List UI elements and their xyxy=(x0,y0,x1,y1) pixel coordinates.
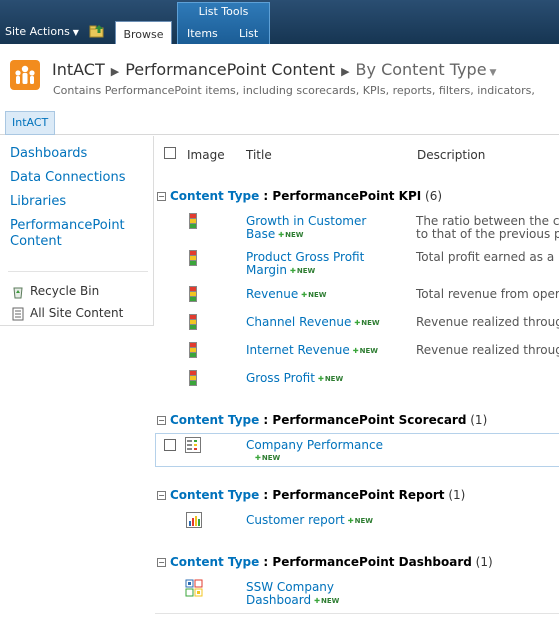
group-count: (1) xyxy=(470,413,488,427)
item-description: Total profit earned as a p xyxy=(416,250,559,264)
list-title-link[interactable]: PerformancePoint Content xyxy=(125,60,335,79)
group-label: Content Type xyxy=(170,488,260,502)
list-description: Contains PerformancePoint items, includi… xyxy=(53,84,535,97)
item-title-link[interactable]: Gross ProfitNEW xyxy=(246,372,343,386)
group-count: (1) xyxy=(448,488,466,502)
tab-browse[interactable]: Browse xyxy=(115,21,172,44)
item-title-link[interactable]: RevenueNEW xyxy=(246,288,327,302)
collapse-icon[interactable]: − xyxy=(157,416,166,425)
dashboard-icon xyxy=(185,579,203,597)
collapse-icon[interactable]: − xyxy=(157,192,166,201)
group-label: Content Type xyxy=(170,189,260,203)
group-header-scorecard[interactable]: − Content Type : PerformancePoint Scoreca… xyxy=(157,413,487,427)
column-header-title[interactable]: Title xyxy=(246,148,272,162)
item-title-link[interactable]: Channel RevenueNEW xyxy=(246,316,380,330)
top-link-bar xyxy=(0,109,559,135)
view-selector[interactable]: By Content Type xyxy=(356,60,487,79)
group-name: PerformancePoint Report xyxy=(272,488,445,502)
tab-items[interactable]: Items xyxy=(187,27,218,40)
group-header-dashboard[interactable]: − Content Type : PerformancePoint Dashboa… xyxy=(157,555,493,569)
item-description: The ratio between the cu to that of the … xyxy=(416,214,559,241)
new-badge: NEW xyxy=(301,291,326,299)
kpi-icon xyxy=(189,342,197,358)
item-description: Revenue realized through xyxy=(416,315,559,329)
chevron-down-icon[interactable]: ▼ xyxy=(490,68,497,78)
kpi-icon xyxy=(189,250,197,266)
top-link-home[interactable]: IntACT xyxy=(5,111,56,135)
recycle-bin-label: Recycle Bin xyxy=(30,284,100,298)
recycle-bin-icon xyxy=(13,287,23,298)
nav-link-data-connections[interactable]: Data Connections xyxy=(10,170,126,186)
item-title-link[interactable]: Growth in Customer BaseNEW xyxy=(246,215,396,242)
collapse-icon[interactable]: − xyxy=(157,558,166,567)
group-name: PerformancePoint Scorecard xyxy=(272,413,467,427)
item-title-link[interactable]: Internet RevenueNEW xyxy=(246,344,378,358)
kpi-icon xyxy=(189,314,197,330)
page-title: IntACT ▶ PerformancePoint Content ▶ By Conte… xyxy=(52,60,496,79)
list-tools-label: List Tools xyxy=(198,5,249,18)
group-name: PerformancePoint KPI xyxy=(272,189,422,203)
nav-link-performancepoint-content[interactable]: PerformancePoint Content xyxy=(10,218,140,250)
chevron-down-icon: ▼ xyxy=(72,28,79,37)
group-label: Content Type xyxy=(170,555,260,569)
new-badge: NEW xyxy=(318,375,343,383)
row-checkbox[interactable] xyxy=(164,439,176,451)
breadcrumb-arrow-icon: ▶ xyxy=(110,65,120,78)
new-badge: NEW xyxy=(348,517,373,525)
report-icon xyxy=(186,512,202,528)
select-all-checkbox[interactable] xyxy=(164,147,176,159)
item-title-link[interactable]: Product Gross Profit MarginNEW xyxy=(246,251,386,278)
column-header-image[interactable]: Image xyxy=(187,148,225,162)
group-label: Content Type xyxy=(170,413,260,427)
site-title-link[interactable]: IntACT xyxy=(52,60,105,79)
new-badge: NEW xyxy=(354,319,379,327)
list-bottom-divider xyxy=(155,613,559,614)
item-description: Revenue realized through xyxy=(416,343,559,357)
item-title-link[interactable]: Customer reportNEW xyxy=(246,514,373,528)
breadcrumb-arrow-icon: ▶ xyxy=(341,65,350,78)
group-count: (6) xyxy=(425,189,443,203)
site-actions-label: Site Actions xyxy=(5,25,70,38)
scorecard-icon xyxy=(185,437,201,453)
site-actions-menu[interactable]: Site Actions ▼ xyxy=(5,25,79,38)
kpi-icon xyxy=(189,370,197,386)
tab-list[interactable]: List xyxy=(239,27,258,40)
nav-divider xyxy=(8,271,148,272)
new-badge: NEW xyxy=(255,454,280,462)
item-title-link[interactable]: SSW Company DashboardNEW xyxy=(246,581,356,608)
group-header-kpi[interactable]: − Content Type : PerformancePoint KPI (6) xyxy=(157,189,442,203)
nav-recycle-bin[interactable]: Recycle Bin xyxy=(12,284,99,299)
navigate-up-icon[interactable] xyxy=(89,24,105,38)
site-logo-icon[interactable] xyxy=(10,60,40,90)
nav-all-site-content[interactable]: All Site Content xyxy=(12,306,123,321)
kpi-icon xyxy=(189,286,197,302)
item-description: Total revenue from opera xyxy=(416,287,559,301)
new-badge: NEW xyxy=(290,267,315,275)
all-site-content-label: All Site Content xyxy=(30,306,124,320)
collapse-icon[interactable]: − xyxy=(157,491,166,500)
column-header-description[interactable]: Description xyxy=(417,148,485,162)
group-count: (1) xyxy=(475,555,493,569)
new-badge: NEW xyxy=(278,231,303,239)
kpi-icon xyxy=(189,213,197,229)
new-badge: NEW xyxy=(353,347,378,355)
all-site-content-icon xyxy=(12,307,24,320)
group-name: PerformancePoint Dashboard xyxy=(272,555,472,569)
new-badge: NEW xyxy=(314,597,339,605)
nav-link-dashboards[interactable]: Dashboards xyxy=(10,146,87,162)
ribbon: Site Actions ▼ Browse List Tools Items Li… xyxy=(0,0,559,44)
nav-link-libraries[interactable]: Libraries xyxy=(10,194,66,210)
group-header-report[interactable]: − Content Type : PerformancePoint Report … xyxy=(157,488,465,502)
